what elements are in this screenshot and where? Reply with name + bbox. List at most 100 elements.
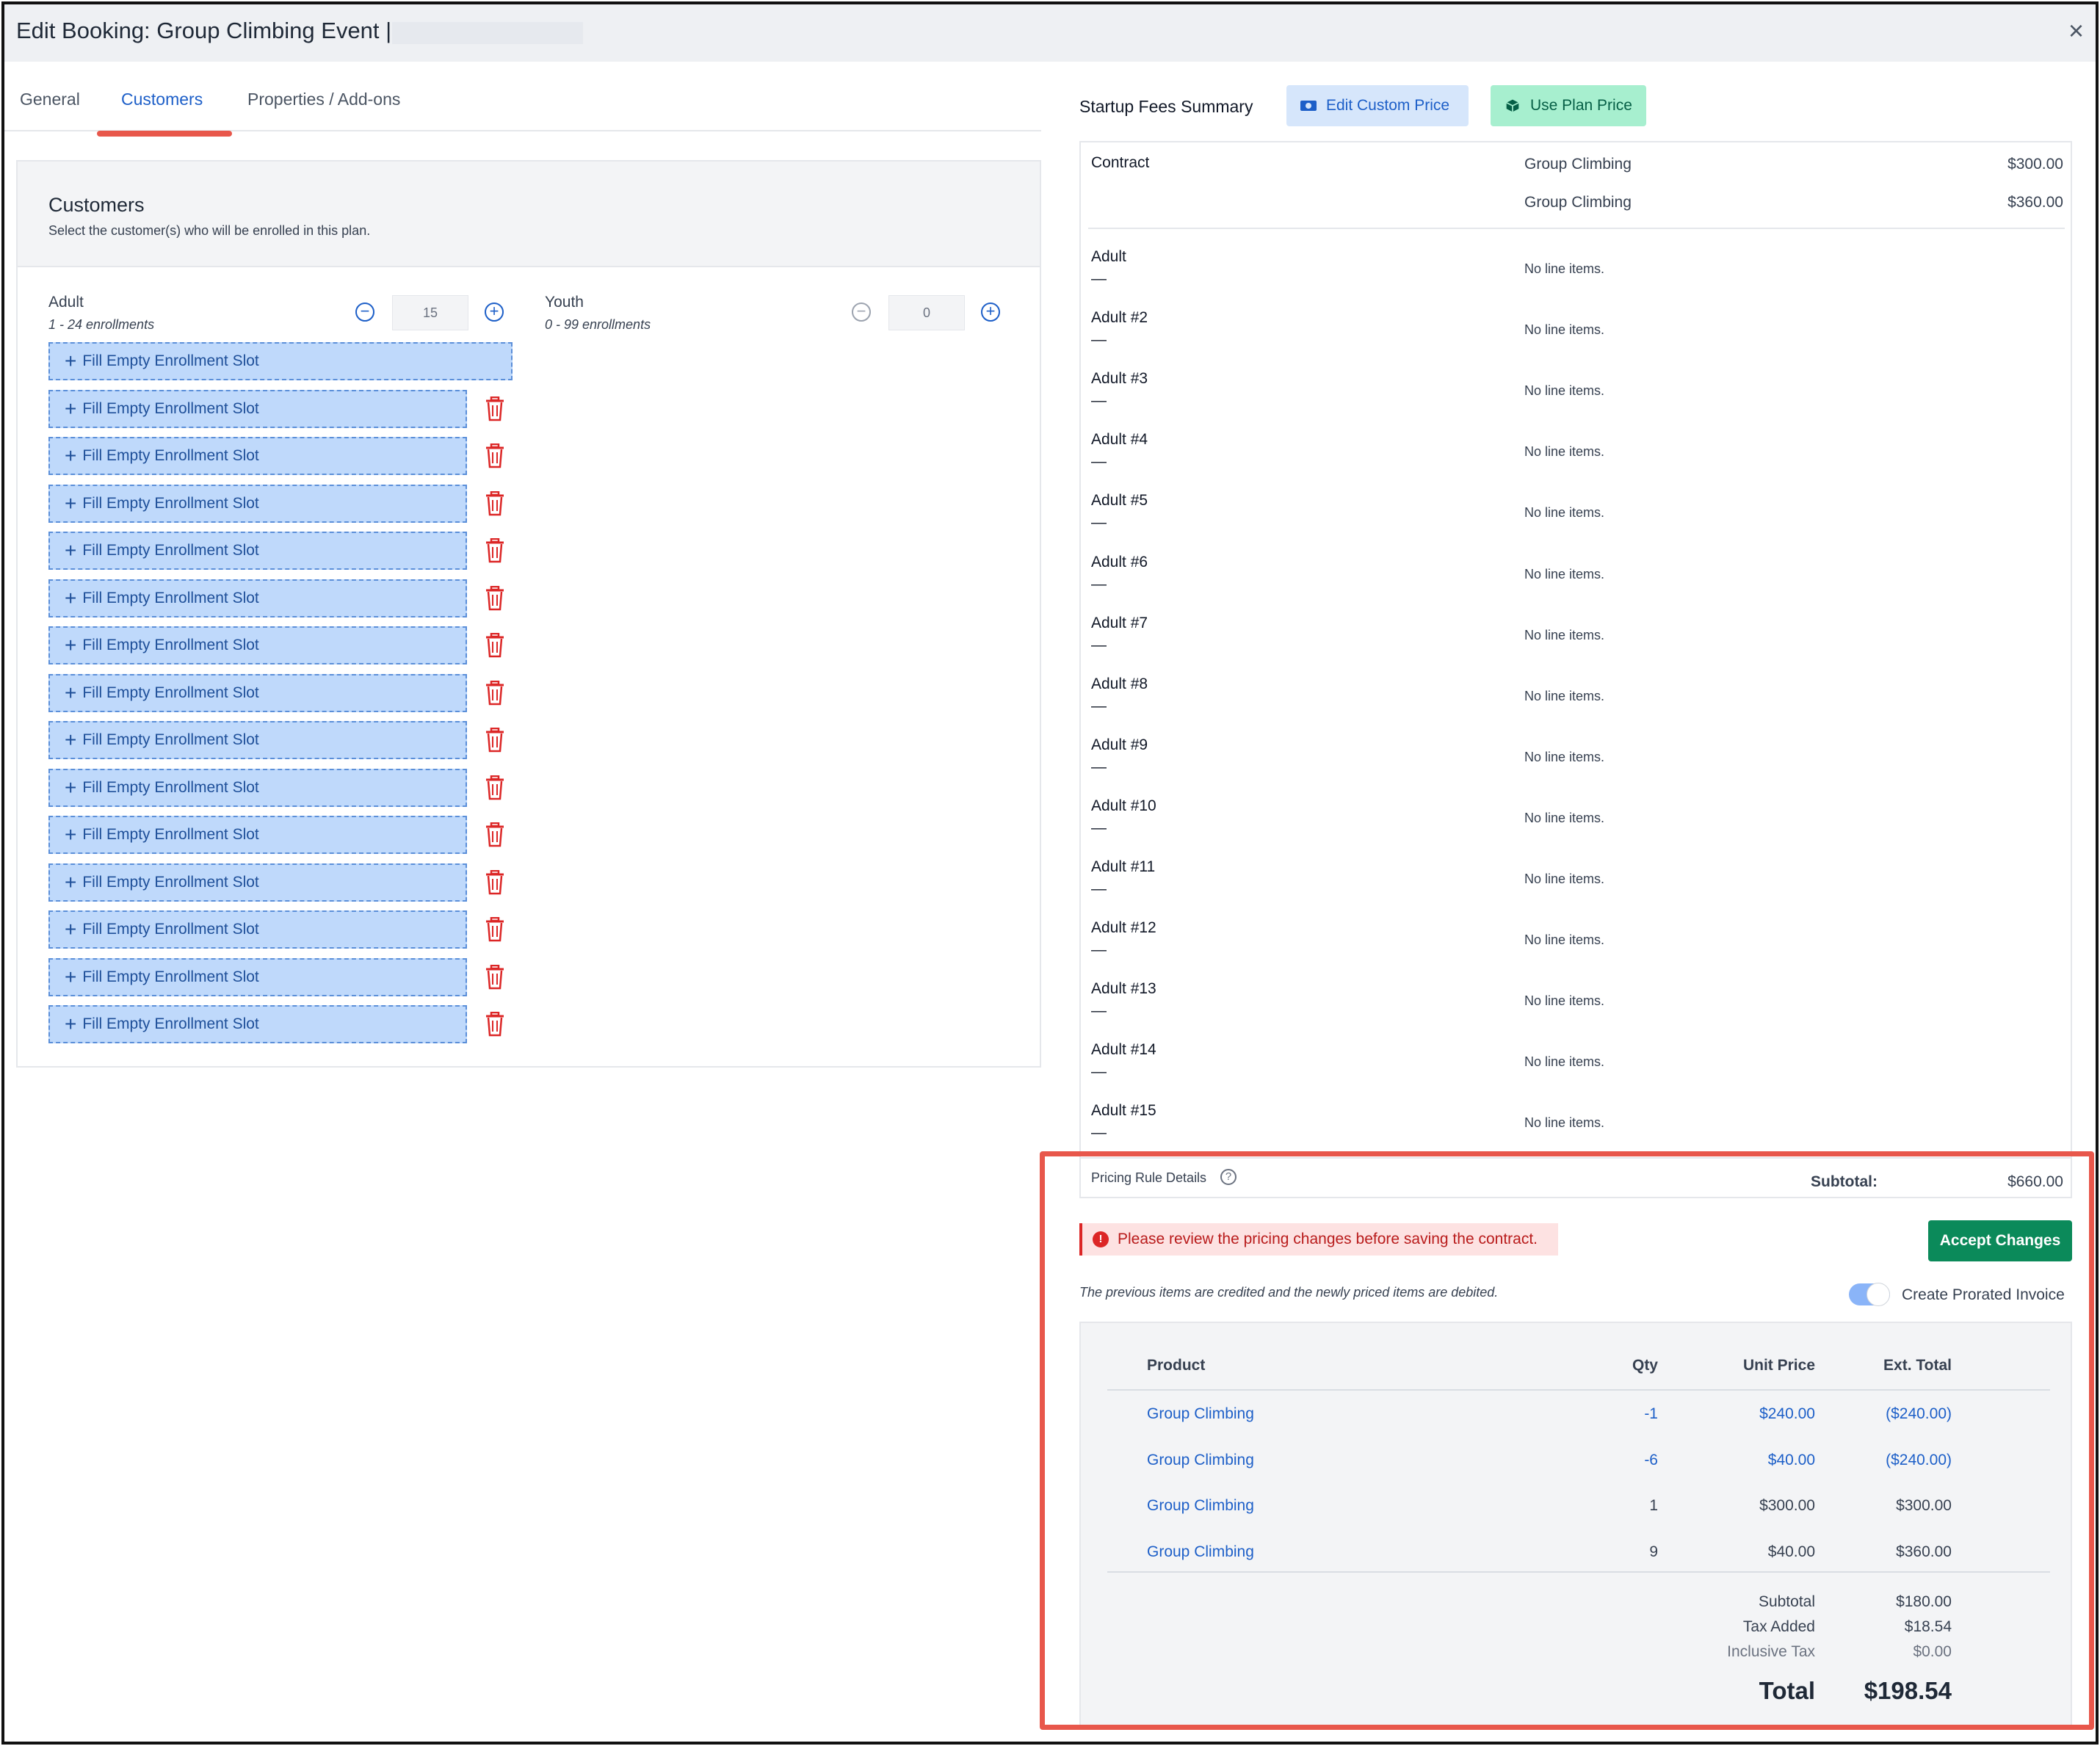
youth-quantity-input[interactable]: 0 [888,295,965,330]
trash-icon[interactable] [485,396,505,421]
alert-icon: ! [1093,1231,1109,1247]
active-tab-underline [97,131,232,137]
prorated-invoice-toggle[interactable] [1849,1283,1890,1306]
fill-empty-enrollment-slot-button[interactable]: + Fill Empty Enrollment Slot [48,484,467,523]
slot-label: Fill Empty Enrollment Slot [82,447,259,464]
trash-icon[interactable] [485,775,505,800]
tax-added-value: $18.54 [1904,1618,1952,1635]
adult-fee-name: Adult #6 [1091,553,1148,570]
fill-empty-enrollment-slot-button[interactable]: + Fill Empty Enrollment Slot [48,579,467,617]
invoice-product-link[interactable]: Group Climbing [1147,1452,1441,1469]
help-icon[interactable]: ? [1220,1169,1237,1185]
adult-decrement-icon[interactable]: − [355,303,374,322]
contract-line-amount: $360.00 [2007,194,2063,211]
invoice-qty: 1 [1649,1497,1658,1514]
edit-custom-price-button[interactable]: Edit Custom Price [1286,85,1469,126]
no-line-items-text: No line items. [1524,993,1605,1009]
trash-icon[interactable] [485,728,505,753]
invoice-qty: 9 [1649,1543,1658,1560]
fill-empty-enrollment-slot-button[interactable]: + Fill Empty Enrollment Slot [48,673,467,712]
trash-icon[interactable] [485,680,505,706]
no-line-items-text: No line items. [1524,444,1605,460]
invoice-qty: -1 [1644,1405,1658,1422]
trash-icon[interactable] [485,869,505,895]
no-line-items-text: No line items. [1524,322,1605,338]
adult-fee-dash: — [1091,758,1107,775]
fill-empty-enrollment-slot-button[interactable]: + Fill Empty Enrollment Slot [48,389,467,428]
adult-fee-dash: — [1091,697,1107,714]
no-line-items-text: No line items. [1524,505,1605,521]
col-header-ext-total: Ext. Total [1883,1357,1952,1374]
trash-icon[interactable] [485,917,505,942]
customers-panel: Customers Select the customer(s) who wil… [16,160,1041,1068]
contract-line-item: Group Climbing [1524,194,1632,211]
adult-fee-dash: — [1091,819,1107,836]
fill-empty-enrollment-slot-button[interactable]: + Fill Empty Enrollment Slot [48,768,467,807]
tab-bar: General Customers Properties / Add-ons [4,62,1041,137]
close-icon[interactable]: × [2068,16,2084,46]
fill-empty-enrollment-slot-button[interactable]: + Fill Empty Enrollment Slot [48,863,467,902]
use-plan-price-button[interactable]: Use Plan Price [1491,85,1646,126]
youth-decrement-icon[interactable]: − [852,303,871,322]
invoice-unit-price: $40.00 [1767,1451,1815,1468]
adult-fee-name: Adult [1091,248,1126,265]
pricing-review-alert: ! Please review the pricing changes befo… [1079,1223,1558,1256]
plus-icon: + [65,1013,77,1035]
adult-quantity-input[interactable]: 15 [392,295,468,330]
fill-empty-enrollment-slot-button[interactable]: + Fill Empty Enrollment Slot [48,342,513,380]
fill-empty-enrollment-slot-button[interactable]: + Fill Empty Enrollment Slot [48,721,467,759]
tab-general[interactable]: General [20,90,80,109]
fill-empty-enrollment-slot-button[interactable]: + Fill Empty Enrollment Slot [48,626,467,664]
slot-label: Fill Empty Enrollment Slot [82,589,259,606]
trash-icon[interactable] [485,964,505,990]
invoice-ext-total: ($240.00) [1886,1451,1952,1468]
adult-fee-dash: — [1091,392,1107,410]
invoice-qty: -6 [1644,1451,1658,1468]
redacted-title-suffix [392,22,583,44]
no-line-items-text: No line items. [1524,383,1605,399]
accept-changes-button[interactable]: Accept Changes [1928,1220,2072,1261]
adult-increment-icon[interactable]: + [485,303,504,322]
tab-customers[interactable]: Customers [121,90,203,109]
pricing-rule-details-link[interactable]: Pricing Rule Details [1091,1170,1206,1186]
slot-label: Fill Empty Enrollment Slot [82,826,259,843]
fill-empty-enrollment-slot-button[interactable]: + Fill Empty Enrollment Slot [48,957,467,996]
adult-fee-dash: — [1091,453,1107,471]
trash-icon[interactable] [485,633,505,658]
fill-empty-enrollment-slot-button[interactable]: + Fill Empty Enrollment Slot [48,910,467,949]
invoice-product-link[interactable]: Group Climbing [1147,1543,1441,1561]
customers-panel-title: Customers [48,194,145,216]
invoice-product-link[interactable]: Group Climbing [1147,1405,1441,1423]
trash-icon[interactable] [485,538,505,563]
invoice-product-link[interactable]: Group Climbing [1147,1497,1441,1515]
youth-enrollment-range: 0 - 99 enrollments [545,317,651,332]
adult-fee-dash: — [1091,331,1107,349]
adult-fee-name: Adult #9 [1091,736,1148,753]
slot-label: Fill Empty Enrollment Slot [82,637,259,653]
tab-properties-addons[interactable]: Properties / Add-ons [247,90,400,109]
tax-added-label: Tax Added [1742,1618,1815,1635]
adult-fee-dash: — [1091,1002,1107,1020]
youth-increment-icon[interactable]: + [981,303,1000,322]
trash-icon[interactable] [485,490,505,516]
trash-icon[interactable] [485,1012,505,1037]
trash-icon[interactable] [485,585,505,611]
fill-empty-enrollment-slot-button[interactable]: + Fill Empty Enrollment Slot [48,1005,467,1043]
adult-fee-name: Adult #5 [1091,492,1148,510]
prorated-invoice-label: Create Prorated Invoice [1902,1286,2065,1303]
adult-enrollment-range: 1 - 24 enrollments [48,317,155,332]
fill-empty-enrollment-slot-button[interactable]: + Fill Empty Enrollment Slot [48,437,467,475]
adult-fee-name: Adult #14 [1091,1041,1156,1059]
fill-empty-enrollment-slot-button[interactable]: + Fill Empty Enrollment Slot [48,532,467,570]
trash-icon[interactable] [485,443,505,468]
adult-fee-dash: — [1091,941,1107,959]
slot-label: Fill Empty Enrollment Slot [82,352,259,369]
adult-fee-dash: — [1091,270,1107,287]
slot-label: Fill Empty Enrollment Slot [82,1015,259,1032]
trash-icon[interactable] [485,822,505,847]
invoice-total-value: $198.54 [1864,1677,1952,1704]
adult-fee-name: Adult #12 [1091,919,1156,937]
fill-empty-enrollment-slot-button[interactable]: + Fill Empty Enrollment Slot [48,816,467,854]
credit-debit-note: The previous items are credited and the … [1079,1285,1499,1300]
slot-label: Fill Empty Enrollment Slot [82,968,259,985]
